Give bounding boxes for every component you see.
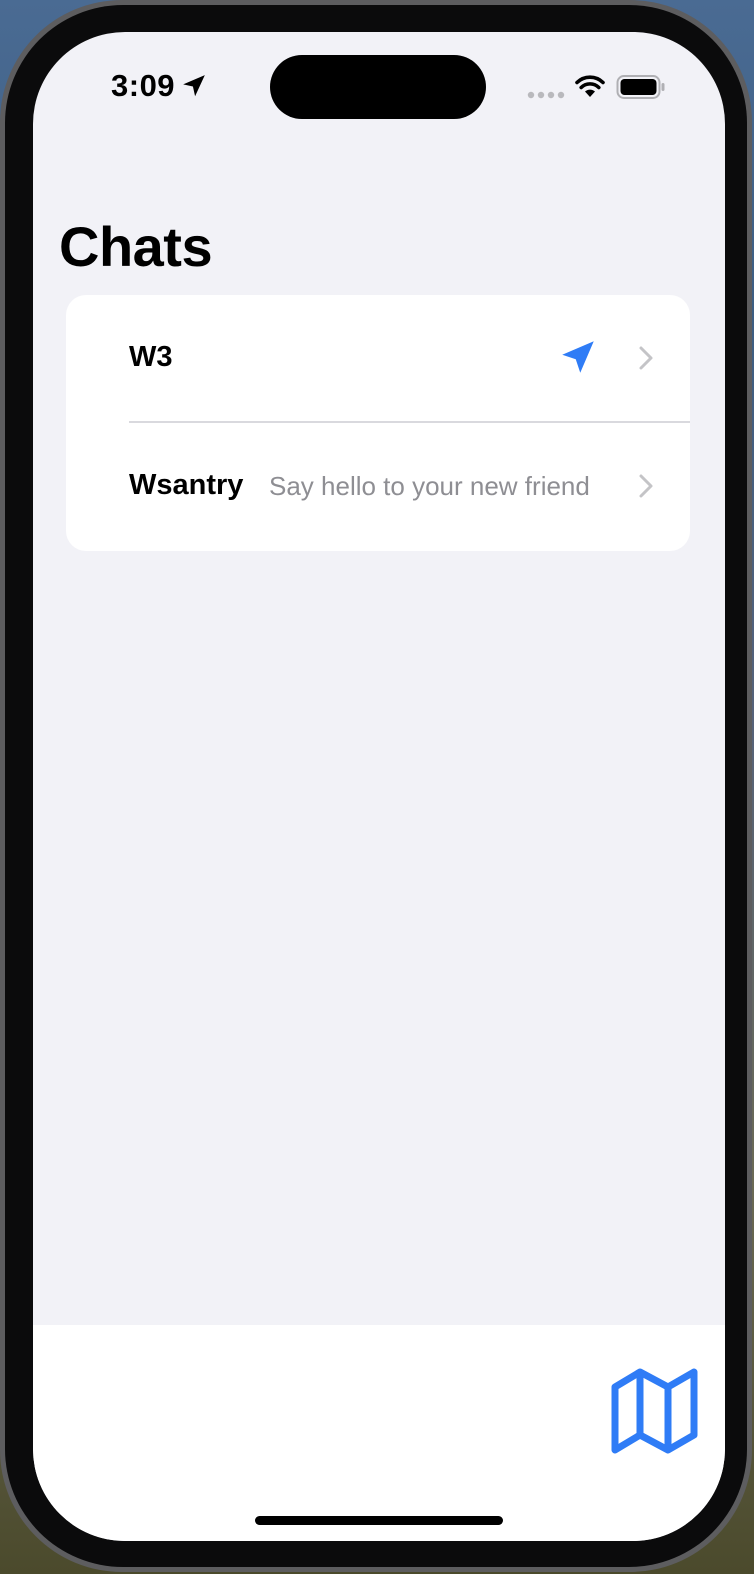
battery-icon	[616, 75, 665, 99]
chat-list: W3 Wsantry Say hello to your new friend	[66, 295, 690, 551]
device-frame: 3:09 Chats W3 Wsantry Say hello to your …	[0, 0, 752, 1572]
wifi-icon	[575, 75, 605, 97]
dynamic-island	[270, 55, 486, 119]
home-indicator[interactable]	[255, 1516, 503, 1525]
status-time: 3:09	[111, 68, 176, 103]
chat-row[interactable]: W3	[66, 295, 690, 423]
send-icon	[562, 341, 594, 373]
chat-name: W3	[129, 341, 173, 373]
chat-name: Wsantry	[129, 469, 244, 501]
chevron-right-icon	[639, 474, 653, 498]
status-bar: 3:09	[33, 32, 725, 142]
map-icon[interactable]	[610, 1367, 700, 1455]
chevron-right-icon	[639, 346, 653, 370]
chat-row[interactable]: Wsantry Say hello to your new friend	[66, 423, 690, 551]
screen: 3:09 Chats W3 Wsantry Say hello to your …	[33, 32, 725, 1541]
chat-preview: Say hello to your new friend	[269, 471, 590, 501]
cellular-signal-icon	[527, 91, 565, 99]
page-title: Chats	[59, 215, 213, 278]
location-arrow-icon	[183, 75, 205, 97]
device-bezel: 3:09 Chats W3 Wsantry Say hello to your …	[5, 5, 747, 1567]
